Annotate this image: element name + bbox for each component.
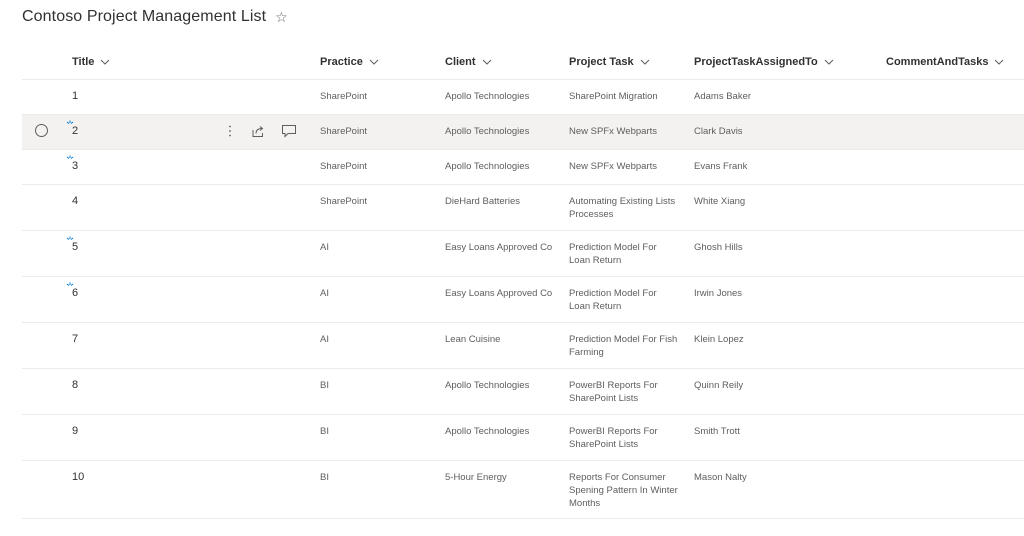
cell-assigned-to: Evans Frank — [694, 161, 748, 172]
chevron-down-icon — [640, 57, 650, 67]
cell-client: Apollo Technologies — [445, 380, 530, 391]
cell-title[interactable]: 5 — [72, 241, 78, 254]
cell-assigned-to: Adams Baker — [694, 91, 752, 102]
row-select-checkbox[interactable] — [35, 124, 48, 137]
chevron-down-icon — [994, 57, 1004, 67]
column-header-assigned-to[interactable]: ProjectTaskAssignedTo — [694, 44, 854, 80]
share-icon[interactable] — [250, 123, 266, 139]
cell-practice: SharePoint — [320, 161, 368, 172]
column-header-comment-and-tasks[interactable]: CommentAndTasks — [886, 44, 1004, 80]
list-header: Contoso Project Management List ☆ — [22, 6, 288, 28]
list-row[interactable]: 5 AI Easy Loans Approved Co Prediction Mode… — [22, 231, 1024, 277]
list-view: Title Practice Client Project Task Proje… — [22, 44, 1024, 519]
cell-practice: AI — [320, 242, 329, 253]
cell-practice: SharePoint — [320, 126, 368, 137]
cell-practice: SharePoint — [320, 196, 368, 207]
cell-assigned-to: Klein Lopez — [694, 334, 744, 345]
cell-title[interactable]: 6 — [72, 287, 78, 300]
column-header-practice[interactable]: Practice — [320, 44, 430, 80]
cell-title[interactable]: 4 — [72, 195, 78, 208]
list-row[interactable]: 6 AI Easy Loans Approved Co Prediction Mode… — [22, 277, 1024, 323]
cell-title[interactable]: 7 — [72, 333, 78, 346]
cell-assigned-to: Ghosh Hills — [694, 242, 743, 253]
list-row[interactable]: 9 BI Apollo Technologies PowerBI Reports Fo… — [22, 415, 1024, 461]
more-vertical-icon[interactable] — [222, 123, 238, 139]
column-header-row: Title Practice Client Project Task Proje… — [22, 44, 1024, 80]
cell-client: Apollo Technologies — [445, 126, 530, 137]
list-row[interactable]: 10 BI 5-Hour Energy Reports For Consumer Sp… — [22, 461, 1024, 519]
list-page: Contoso Project Management List ☆ Title … — [0, 0, 1024, 536]
column-header-label: Title — [72, 56, 95, 68]
list-row[interactable]: 8 BI Apollo Technologies PowerBI Reports Fo… — [22, 369, 1024, 415]
cell-practice: BI — [320, 380, 329, 391]
list-row[interactable]: 7 AI Lean Cuisine Prediction Model For Fish… — [22, 323, 1024, 369]
list-row[interactable]: 2 SharePoint Apollo Technologies New SPFx W… — [22, 115, 1024, 150]
cell-project-task: Prediction Model For Fish Farming — [569, 334, 678, 358]
cell-assigned-to: Mason Nalty — [694, 472, 747, 483]
cell-project-task: Automating Existing Lists Processes — [569, 196, 676, 220]
cell-practice: AI — [320, 334, 329, 345]
cell-assigned-to: White Xiang — [694, 196, 746, 207]
column-header-label: ProjectTaskAssignedTo — [694, 56, 818, 68]
cell-assigned-to: Smith Trott — [694, 426, 740, 437]
column-header-label: Project Task — [569, 56, 634, 68]
cell-client: Easy Loans Approved Co — [445, 288, 553, 299]
list-row[interactable]: 1 SharePoint Apollo Technologies SharePoint… — [22, 80, 1024, 115]
cell-title[interactable]: 1 — [72, 90, 78, 103]
cell-assigned-to: Quinn Reily — [694, 380, 744, 391]
cell-client: Apollo Technologies — [445, 161, 530, 172]
cell-client: 5-Hour Energy — [445, 472, 507, 483]
cell-assigned-to: Clark Davis — [694, 126, 743, 137]
star-outline-icon[interactable]: ☆ — [275, 10, 288, 24]
list-title: Contoso Project Management List — [22, 8, 267, 25]
cell-title[interactable]: 10 — [72, 471, 84, 484]
cell-assigned-to: Irwin Jones — [694, 288, 743, 299]
column-header-client[interactable]: Client — [445, 44, 555, 80]
chevron-down-icon — [824, 57, 834, 67]
cell-title[interactable]: 2 — [72, 125, 78, 138]
cell-practice: BI — [320, 472, 329, 483]
chevron-down-icon — [482, 57, 492, 67]
cell-practice: AI — [320, 288, 329, 299]
cell-title[interactable]: 8 — [72, 379, 78, 392]
cell-project-task: New SPFx Webparts — [569, 161, 657, 172]
cell-client: DieHard Batteries — [445, 196, 520, 207]
column-header-label: Client — [445, 56, 476, 68]
list-row[interactable]: 3 SharePoint Apollo Technologies New SPFx W… — [22, 150, 1024, 185]
column-header-title[interactable]: Title — [72, 44, 110, 80]
list-body: 1 SharePoint Apollo Technologies SharePoint… — [22, 80, 1024, 519]
cell-project-task: Reports For Consumer Spening Pattern In … — [569, 472, 678, 509]
cell-title[interactable]: 9 — [72, 425, 78, 438]
comment-icon[interactable] — [281, 123, 297, 139]
cell-client: Easy Loans Approved Co — [445, 242, 553, 253]
cell-project-task: PowerBI Reports For SharePoint Lists — [569, 426, 658, 450]
cell-title[interactable]: 3 — [72, 160, 78, 173]
chevron-down-icon — [369, 57, 379, 67]
cell-project-task: PowerBI Reports For SharePoint Lists — [569, 380, 658, 404]
cell-client: Lean Cuisine — [445, 334, 501, 345]
cell-project-task: SharePoint Migration — [569, 91, 658, 102]
cell-project-task: Prediction Model For Loan Return — [569, 242, 657, 266]
cell-project-task: Prediction Model For Loan Return — [569, 288, 657, 312]
cell-project-task: New SPFx Webparts — [569, 126, 657, 137]
cell-practice: SharePoint — [320, 91, 368, 102]
chevron-down-icon — [100, 57, 110, 67]
column-header-label: Practice — [320, 56, 363, 68]
column-header-label: CommentAndTasks — [886, 56, 989, 68]
column-header-project-task[interactable]: Project Task — [569, 44, 679, 80]
cell-client: Apollo Technologies — [445, 426, 530, 437]
list-row[interactable]: 4 SharePoint DieHard Batteries Automating E… — [22, 185, 1024, 231]
cell-practice: BI — [320, 426, 329, 437]
cell-client: Apollo Technologies — [445, 91, 530, 102]
